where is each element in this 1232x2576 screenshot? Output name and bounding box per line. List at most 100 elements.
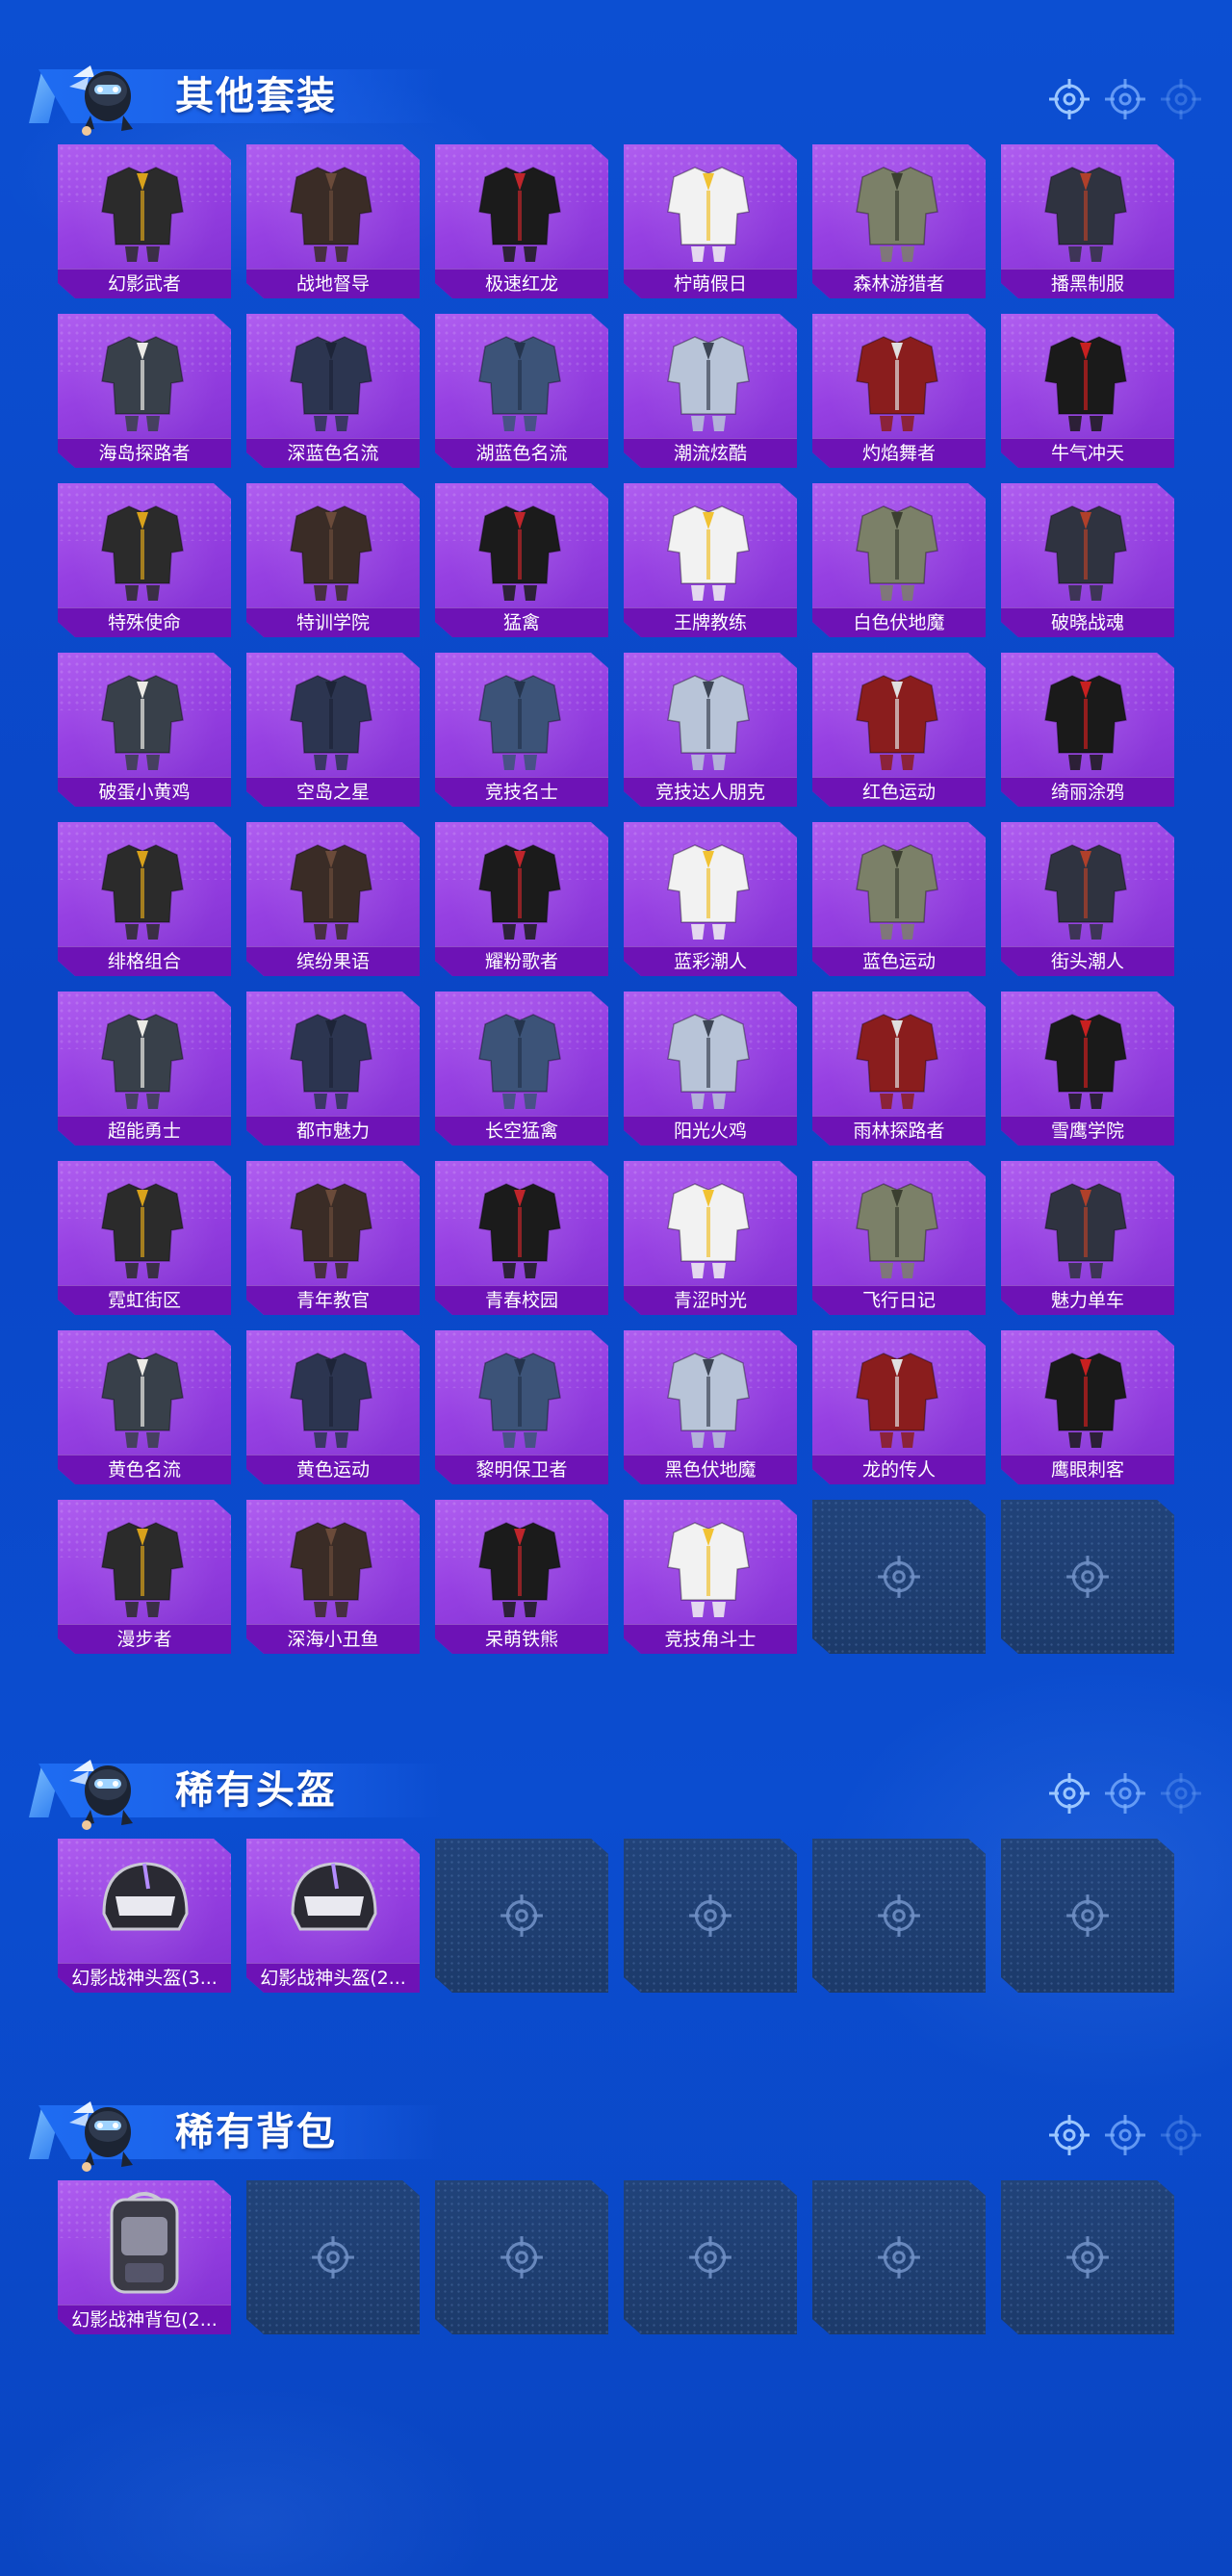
crosshair-icon	[310, 2234, 356, 2280]
item-card[interactable]: 竞技名士	[435, 653, 608, 807]
item-card[interactable]: 蓝色运动	[812, 822, 986, 976]
outfit-image	[275, 1507, 391, 1619]
item-card[interactable]: 王牌教练	[624, 483, 797, 637]
outfit-image	[464, 1169, 579, 1280]
item-card[interactable]: 龙的传人	[812, 1330, 986, 1484]
crosshair-icon	[1047, 1771, 1091, 1816]
item-card[interactable]: 白色伏地魔	[812, 483, 986, 637]
item-card[interactable]: 阳光火鸡	[624, 992, 797, 1146]
item-card[interactable]: 灼焰舞者	[812, 314, 986, 468]
item-card[interactable]: 极速红龙	[435, 144, 608, 298]
outfit-image	[1030, 491, 1145, 603]
empty-slot	[624, 2180, 797, 2334]
item-card[interactable]: 湖蓝色名流	[435, 314, 608, 468]
item-card[interactable]: 海岛探路者	[58, 314, 231, 468]
item-card[interactable]: 战地督导	[246, 144, 420, 298]
item-card[interactable]: 漫步者	[58, 1500, 231, 1654]
item-card[interactable]: 都市魅力	[246, 992, 420, 1146]
item-card[interactable]: 破晓战魂	[1001, 483, 1174, 637]
item-card[interactable]: 深蓝色名流	[246, 314, 420, 468]
item-card[interactable]: 森林游猎者	[812, 144, 986, 298]
outfit-image	[275, 1169, 391, 1280]
helmet-image	[87, 1846, 202, 1958]
section-title: 其他套装	[175, 74, 337, 118]
empty-slot	[246, 2180, 420, 2334]
item-card[interactable]: 幻影战神背包(2...	[58, 2180, 231, 2334]
item-label: 极速红龙	[435, 269, 608, 298]
item-card[interactable]: 蓝彩潮人	[624, 822, 797, 976]
item-card[interactable]: 幻影武者	[58, 144, 231, 298]
outfit-image	[1030, 999, 1145, 1111]
item-card[interactable]: 红色运动	[812, 653, 986, 807]
item-card[interactable]: 黑色伏地魔	[624, 1330, 797, 1484]
crosshair-icon	[1159, 1771, 1203, 1816]
outfit-image	[841, 491, 957, 603]
item-card[interactable]: 柠萌假日	[624, 144, 797, 298]
item-card[interactable]: 潮流炫酷	[624, 314, 797, 468]
item-card[interactable]: 黄色名流	[58, 1330, 231, 1484]
item-card[interactable]: 绮丽涂鸦	[1001, 653, 1174, 807]
item-label: 幻影战神头盔(3...	[58, 1963, 231, 1993]
outfit-image	[87, 830, 202, 941]
empty-slot	[812, 1839, 986, 1993]
outfit-image	[1030, 322, 1145, 433]
item-card[interactable]: 空岛之星	[246, 653, 420, 807]
item-card[interactable]: 飞行日记	[812, 1161, 986, 1315]
item-card[interactable]: 魅力单车	[1001, 1161, 1174, 1315]
crosshair-icon	[687, 2234, 733, 2280]
item-label: 绯格组合	[58, 946, 231, 976]
item-card[interactable]: 黄色运动	[246, 1330, 420, 1484]
item-card[interactable]: 深海小丑鱼	[246, 1500, 420, 1654]
item-card[interactable]: 黎明保卫者	[435, 1330, 608, 1484]
outfit-image	[1030, 660, 1145, 772]
empty-slot	[1001, 1500, 1174, 1654]
item-card[interactable]: 青年教官	[246, 1161, 420, 1315]
outfit-image	[464, 1507, 579, 1619]
section-title: 稀有背包	[175, 2110, 337, 2154]
item-label: 飞行日记	[812, 1285, 986, 1315]
crosshair-icon	[1103, 2113, 1147, 2157]
item-card[interactable]: 幻影战神头盔(3...	[58, 1839, 231, 1993]
item-label: 青春校园	[435, 1285, 608, 1315]
item-label: 牛气冲天	[1001, 438, 1174, 468]
outfit-image	[653, 1338, 768, 1450]
item-card[interactable]: 青涩时光	[624, 1161, 797, 1315]
item-label: 湖蓝色名流	[435, 438, 608, 468]
outfit-image	[653, 1507, 768, 1619]
outfit-image	[1030, 152, 1145, 264]
item-card[interactable]: 播黑制服	[1001, 144, 1174, 298]
item-card[interactable]: 绯格组合	[58, 822, 231, 976]
item-card[interactable]: 竞技达人朋克	[624, 653, 797, 807]
item-card[interactable]: 特殊使命	[58, 483, 231, 637]
item-card[interactable]: 缤纷果语	[246, 822, 420, 976]
item-label: 绮丽涂鸦	[1001, 777, 1174, 807]
item-card[interactable]: 耀粉歌者	[435, 822, 608, 976]
outfit-image	[841, 999, 957, 1111]
item-card[interactable]: 破蛋小黄鸡	[58, 653, 231, 807]
item-card[interactable]: 幻影战神头盔(2...	[246, 1839, 420, 1993]
item-card[interactable]: 猛禽	[435, 483, 608, 637]
item-card[interactable]: 雨林探路者	[812, 992, 986, 1146]
item-card[interactable]: 超能勇士	[58, 992, 231, 1146]
item-label: 魅力单车	[1001, 1285, 1174, 1315]
item-card[interactable]: 街头潮人	[1001, 822, 1174, 976]
item-card[interactable]: 长空猛禽	[435, 992, 608, 1146]
crosshair-icon	[1103, 1771, 1147, 1816]
outfit-image	[653, 830, 768, 941]
item-label: 龙的传人	[812, 1455, 986, 1484]
item-card[interactable]: 呆萌铁熊	[435, 1500, 608, 1654]
outfit-image	[653, 999, 768, 1111]
item-card[interactable]: 牛气冲天	[1001, 314, 1174, 468]
outfit-image	[275, 322, 391, 433]
helmet-image	[275, 1846, 391, 1958]
item-label: 战地督导	[246, 269, 420, 298]
crosshair-icon	[499, 1893, 545, 1939]
item-card[interactable]: 鹰眼刺客	[1001, 1330, 1174, 1484]
item-card[interactable]: 青春校园	[435, 1161, 608, 1315]
item-card[interactable]: 雪鹰学院	[1001, 992, 1174, 1146]
empty-slot	[812, 1500, 986, 1654]
item-label: 长空猛禽	[435, 1116, 608, 1146]
item-card[interactable]: 霓虹街区	[58, 1161, 231, 1315]
item-card[interactable]: 特训学院	[246, 483, 420, 637]
item-card[interactable]: 竞技角斗士	[624, 1500, 797, 1654]
